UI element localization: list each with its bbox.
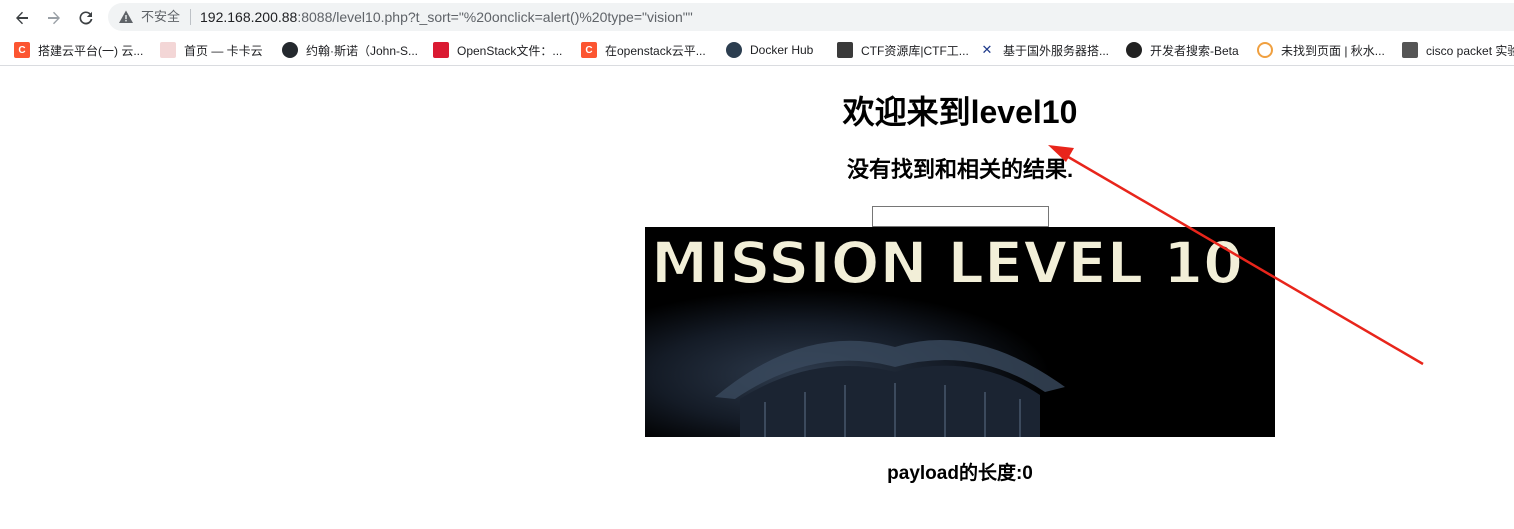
payload-length-text: payload的长度:0 [887, 463, 1033, 484]
arrow-right-icon [48, 11, 60, 25]
warning-icon [119, 10, 133, 23]
kakayun-icon [160, 42, 176, 58]
url-path: :8088/level10.php?t_sort="%20onclick=ale… [297, 9, 693, 25]
bookmark-item[interactable]: 开发者搜索-Beta [1126, 42, 1239, 58]
bookmark-item[interactable]: 未找到页面 | 秋水... [1257, 42, 1385, 58]
bookmark-item[interactable]: cisco packet 实验 [1402, 42, 1514, 58]
bookmark-label: 首页 — 卡卡云 [184, 43, 263, 58]
reload-icon [79, 11, 93, 25]
cisco-icon [1402, 42, 1418, 58]
bookmark-label: 基于国外服务器搭... [1003, 43, 1110, 58]
bookmark-item[interactable]: ✕ 基于国外服务器搭... [979, 42, 1109, 58]
address-divider [190, 9, 191, 25]
arrow-left-icon [16, 11, 28, 25]
page-title: 欢迎来到level10 [842, 94, 1078, 130]
globe-icon [1126, 42, 1142, 58]
bookmark-label: Docker Hub [750, 43, 814, 57]
csdn-icon: C [14, 42, 30, 58]
bookmark-label: 开发者搜索-Beta [1150, 43, 1239, 58]
bookmark-item[interactable]: CTF资源库|CTF工... [837, 42, 969, 58]
browser-toolbar: 不安全 192.168.200.88:8088/level10.php?t_so… [0, 0, 1514, 35]
bookmark-label: 在openstack云平... [605, 43, 706, 58]
security-label[interactable]: 不安全 [141, 9, 180, 25]
forward-button[interactable] [42, 6, 66, 30]
docker-icon [726, 42, 742, 58]
bookmark-item[interactable]: OpenStack文件：... [433, 42, 562, 58]
bookmarks-bar: C 搭建云平台(一) 云... 首页 — 卡卡云 约翰·斯诺（John-S... Ope… [0, 35, 1514, 66]
csdn-icon: C [581, 42, 597, 58]
cross-icon: ✕ [981, 42, 993, 57]
bookmark-label: 约翰·斯诺（John-S... [306, 43, 419, 58]
url-host: 192.168.200.88 [200, 9, 298, 25]
red-arrow-annotation [1048, 145, 1424, 366]
bookmark-label: 搭建云平台(一) 云... [38, 43, 144, 58]
back-button[interactable] [10, 6, 34, 30]
bookmark-label: 未找到页面 | 秋水... [1281, 43, 1385, 58]
bookmark-label: CTF资源库|CTF工... [861, 43, 969, 58]
bookmark-item[interactable]: 首页 — 卡卡云 [160, 42, 263, 58]
bookmark-item[interactable]: 约翰·斯诺（John-S... [282, 42, 418, 58]
bookmark-label: cisco packet 实验 [1426, 43, 1514, 58]
address-bar[interactable]: 不安全 192.168.200.88:8088/level10.php?t_so… [108, 3, 1514, 31]
bookmark-item[interactable]: C 搭建云平台(一) 云... [14, 42, 143, 58]
ctf-icon [837, 42, 853, 58]
bookmark-label: OpenStack文件：... [457, 43, 563, 58]
search-input[interactable] [872, 206, 1049, 227]
reload-button[interactable] [74, 6, 98, 30]
github-icon [282, 42, 298, 58]
url-text[interactable]: 192.168.200.88:8088/level10.php?t_sort="… [200, 8, 693, 26]
circle-icon [1257, 42, 1273, 58]
arrow-shaft [1057, 149, 1424, 366]
bookmark-item[interactable]: Docker Hub [726, 42, 813, 58]
openstack-icon [433, 42, 449, 58]
bookmark-item[interactable]: C 在openstack云平... [581, 42, 706, 58]
